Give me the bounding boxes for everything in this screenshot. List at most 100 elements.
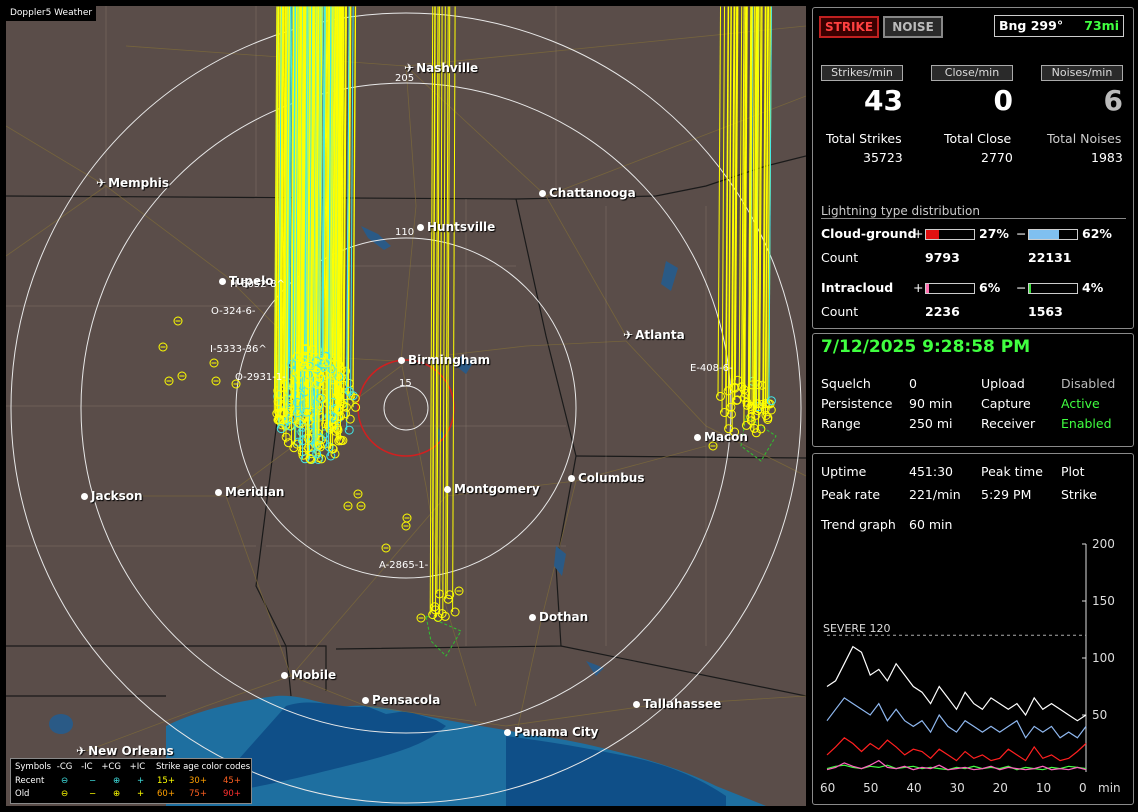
minus-cg-old-icon: ⊖ (61, 789, 69, 799)
cell-label[interactable]: E-408-6- (690, 363, 733, 374)
ic-positive-pct: 6% (979, 280, 1001, 295)
city-label: Pensacola (362, 693, 440, 707)
trend-graph-value[interactable]: 60 min (909, 517, 952, 532)
city-name: Tallahassee (643, 697, 722, 711)
age-code: 60+ (157, 789, 175, 799)
city-name: Panama City (514, 725, 599, 739)
city-name: Columbus (578, 471, 645, 485)
strike-button[interactable]: STRIKE (819, 16, 879, 38)
peak-rate-value: 221/min (909, 487, 961, 502)
age-code: 45+ (223, 776, 241, 786)
city-label: ✈ New Orleans (76, 744, 174, 758)
y-tick-label: 100 (1092, 651, 1115, 665)
noises-min-value: 6 (1103, 84, 1123, 117)
airport-icon: ✈ (76, 744, 87, 758)
city-name: New Orleans (88, 744, 174, 758)
persistence-value[interactable]: 90 min (909, 396, 952, 411)
city-name: Memphis (108, 176, 170, 190)
city-dot-icon (219, 278, 226, 285)
settings-panel: 7/12/2025 9:28:58 PM Squelch 0 Upload Di… (812, 333, 1134, 447)
severe-threshold-label: SEVERE 120 (823, 622, 891, 635)
age-code: 75+ (189, 789, 207, 799)
ic-negative-bar (1028, 283, 1078, 294)
total-noises-value: 1983 (1091, 150, 1123, 165)
x-tick-label: 10 (1036, 781, 1051, 795)
cell-label[interactable]: I-5333-36^ (210, 344, 267, 355)
airport-icon: ✈ (623, 328, 634, 342)
city-label: Panama City (504, 725, 598, 739)
city-dot-icon (281, 672, 288, 679)
plus-cg-recent-icon: ⊕ (113, 776, 121, 786)
city-name: Chattanooga (549, 186, 636, 200)
city-dot-icon (529, 614, 536, 621)
uptime-value: 451:30 (909, 464, 953, 479)
age-code: 90+ (223, 789, 241, 799)
city-dot-icon (633, 701, 640, 708)
range-value[interactable]: 250 mi (909, 416, 952, 431)
city-label: Birmingham (398, 353, 490, 367)
ic-negative-pct: 4% (1082, 280, 1104, 295)
receiver-value[interactable]: Enabled (1061, 416, 1112, 431)
lightning-map[interactable]: Doppler5 Weather ✈ Nashville ✈ Memphis Chatt… (6, 6, 806, 806)
cg-plus-sign: + (913, 226, 924, 241)
y-tick-label: 150 (1092, 594, 1115, 608)
cell-label[interactable]: H-6052-8^ (230, 279, 285, 290)
cell-label[interactable]: A-2865-1- (379, 560, 428, 571)
city-name: Montgomery (454, 482, 540, 496)
x-unit-label: min (1098, 781, 1121, 795)
map-canvas (6, 6, 806, 806)
plus-cg-old-icon: ⊕ (113, 789, 121, 799)
total-close-value: 2770 (981, 150, 1013, 165)
upload-value[interactable]: Disabled (1061, 376, 1115, 391)
datetime-display: 7/12/2025 9:28:58 PM (821, 337, 1031, 357)
bearing-label: Bng 299° (999, 18, 1064, 33)
minus-ic-old-icon: − (89, 789, 97, 799)
y-tick-label: 200 (1092, 538, 1115, 551)
minus-cg-recent-icon: ⊖ (61, 776, 69, 786)
noise-button[interactable]: NOISE (883, 16, 943, 38)
city-label: Mobile (281, 668, 336, 682)
noises-min-header: Noises/min (1041, 65, 1123, 81)
ic-positive-count: 2236 (925, 304, 960, 319)
age-code: 15+ (157, 776, 175, 786)
city-label: Meridian (215, 485, 284, 499)
receiver-label: Receiver (981, 416, 1036, 431)
capture-value[interactable]: Active (1061, 396, 1100, 411)
plot-value[interactable]: Strike (1061, 487, 1097, 502)
city-label: Chattanooga (539, 186, 636, 200)
strikes-min-header: Strikes/min (821, 65, 903, 81)
trend-series-line (826, 645, 1087, 722)
city-label: ✈ Nashville (404, 61, 478, 75)
plus-ic-recent-icon: + (137, 776, 145, 786)
city-label: ✈ Atlanta (623, 328, 685, 342)
cell-label[interactable]: O-2931-1- (235, 372, 286, 383)
city-dot-icon (504, 729, 511, 736)
ic-count-label: Count (821, 304, 859, 319)
total-strikes-value: 35723 (863, 150, 903, 165)
cg-minus-sign: − (1016, 226, 1027, 241)
legend-symbols-label: Symbols (15, 762, 52, 772)
city-label: ✈ Memphis (96, 176, 169, 190)
squelch-value[interactable]: 0 (909, 376, 917, 391)
cloud-ground-label: Cloud-ground (821, 226, 917, 241)
legend-col: +IC (129, 762, 146, 772)
city-name: Dothan (539, 610, 589, 624)
city-name: Atlanta (635, 328, 685, 342)
strike-marker-glyph (452, 6, 456, 613)
legend-age-title: Strike age color codes (155, 762, 251, 772)
city-name: Huntsville (427, 220, 496, 234)
close-min-header: Close/min (931, 65, 1013, 81)
legend-recent-label: Recent (15, 776, 45, 786)
trend-series-line (826, 737, 1087, 762)
x-tick-label: 50 (863, 781, 878, 795)
cell-label[interactable]: O-324-6- (211, 306, 255, 317)
x-tick-label: 0 (1079, 781, 1087, 795)
city-label: Tallahassee (633, 697, 721, 711)
city-dot-icon (568, 475, 575, 482)
cg-negative-bar (1028, 229, 1078, 240)
upload-label: Upload (981, 376, 1025, 391)
persistence-label: Persistence (821, 396, 893, 411)
legend-col: +CG (101, 762, 121, 772)
peak-time-value: 5:29 PM (981, 487, 1032, 502)
strike-marker-glyph (442, 6, 446, 617)
